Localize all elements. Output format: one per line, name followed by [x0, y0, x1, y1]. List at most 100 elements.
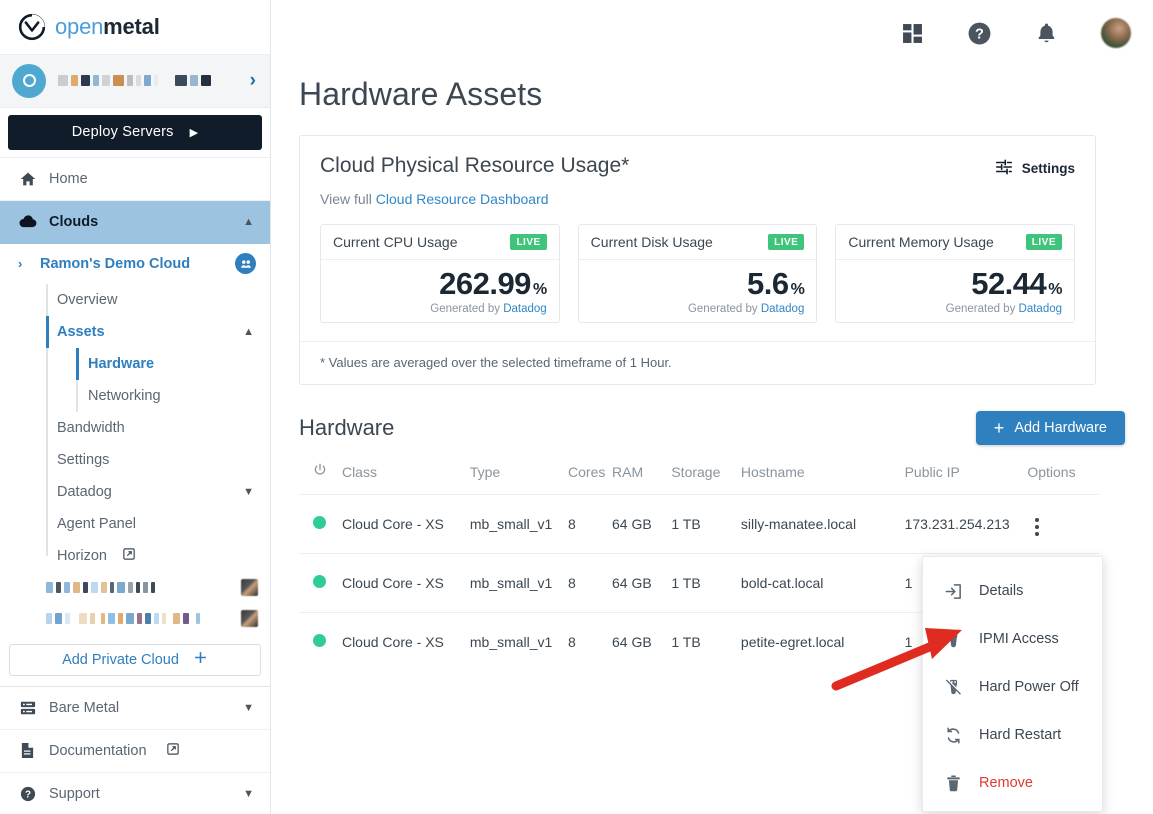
- sidebar-item-agent-panel[interactable]: Agent Panel: [0, 508, 270, 540]
- stat-card-memory: Current Memory Usage LIVE 52.44% Generat…: [835, 224, 1075, 323]
- status-badge: LIVE: [510, 234, 546, 250]
- sidebar-item-home-label: Home: [49, 171, 254, 187]
- sidebar-item-datadog[interactable]: Datadog ▼: [0, 476, 270, 508]
- datadog-link[interactable]: Datadog: [1019, 303, 1062, 315]
- org-name-redacted: [58, 74, 238, 87]
- row-options: [1027, 495, 1099, 554]
- svg-text:?: ?: [975, 26, 984, 42]
- trash-icon: [943, 774, 963, 793]
- status-badge: LIVE: [768, 234, 804, 250]
- home-icon: [18, 171, 37, 187]
- stat-disk-unit: %: [791, 281, 805, 298]
- datadog-link[interactable]: Datadog: [761, 303, 804, 315]
- menu-item-ipmi-access[interactable]: IPMI Access: [923, 615, 1102, 663]
- stat-card-disk: Current Disk Usage LIVE 5.6% Generated b…: [578, 224, 818, 323]
- cloud-icon: [18, 215, 37, 228]
- external-link-icon: [123, 548, 135, 564]
- external-link-icon: [167, 743, 179, 759]
- col-options: Options: [1027, 463, 1099, 495]
- help-circle-icon: ?: [18, 786, 37, 802]
- sidebar-item-overview-label: Overview: [57, 292, 254, 308]
- datadog-link[interactable]: Datadog: [503, 303, 546, 315]
- col-type: Type: [470, 463, 568, 495]
- add-hardware-button[interactable]: + Add Hardware: [976, 411, 1125, 445]
- menu-item-hard-restart[interactable]: Hard Restart: [923, 711, 1102, 759]
- brand-logo[interactable]: openmetal: [0, 0, 270, 55]
- add-private-cloud-button[interactable]: Add Private Cloud: [9, 644, 261, 676]
- kebab-menu-icon[interactable]: [1027, 515, 1047, 539]
- app-root: openmetal ›: [0, 0, 1153, 814]
- row-cores: 8: [568, 554, 612, 613]
- bell-icon[interactable]: [1036, 22, 1057, 45]
- row-hostname: silly-manatee.local: [741, 495, 905, 554]
- stat-memory-body: 52.44% Generated by Datadog: [836, 260, 1074, 322]
- menu-item-hard-power-off[interactable]: Hard Power Off: [923, 663, 1102, 711]
- deploy-servers-label: Deploy Servers: [72, 124, 174, 140]
- row-type: mb_small_v1: [470, 613, 568, 672]
- sidebar-item-documentation[interactable]: Documentation: [0, 730, 270, 773]
- brand-metal: metal: [103, 14, 159, 39]
- col-storage: Storage: [671, 463, 741, 495]
- sidebar-item-settings[interactable]: Settings: [0, 444, 270, 476]
- sliders-icon: [995, 158, 1013, 179]
- row-cores: 8: [568, 613, 612, 672]
- stat-memory-header: Current Memory Usage LIVE: [836, 225, 1074, 260]
- org-switcher[interactable]: ›: [0, 55, 270, 108]
- stat-cpu-unit: %: [533, 281, 547, 298]
- col-ram: RAM: [612, 463, 671, 495]
- sidebar-item-documentation-label: Documentation: [49, 743, 147, 759]
- menu-item-details[interactable]: Details: [923, 567, 1102, 615]
- menu-item-details-label: Details: [979, 583, 1023, 599]
- help-circle-icon[interactable]: ?: [967, 21, 992, 46]
- apps-grid-icon[interactable]: [902, 23, 923, 44]
- sidebar-item-bare-metal[interactable]: Bare Metal ▼: [0, 687, 270, 730]
- menu-item-remove[interactable]: Remove: [923, 759, 1102, 807]
- table-row[interactable]: Cloud Core - XS mb_small_v1 8 64 GB 1 TB…: [299, 495, 1099, 554]
- sidebar-item-networking[interactable]: Networking: [0, 380, 270, 412]
- sidebar-item-assets[interactable]: Assets ▲: [0, 316, 270, 348]
- stat-disk-value: 5.6: [747, 266, 789, 301]
- login-arrow-icon: [943, 582, 963, 601]
- sidebar-cloud-redacted-1-label: [46, 581, 231, 594]
- col-class: Class: [342, 463, 470, 495]
- chevron-up-icon: ▲: [243, 216, 254, 228]
- chevron-down-icon: ▼: [243, 702, 254, 714]
- row-storage: 1 TB: [671, 613, 741, 672]
- menu-item-hard-power-off-label: Hard Power Off: [979, 679, 1079, 695]
- clouds-subtree: › Ramon's Demo Cloud Overview: [0, 244, 270, 634]
- sidebar-item-support[interactable]: ? Support ▼: [0, 773, 270, 814]
- user-avatar-icon[interactable]: [1101, 18, 1131, 48]
- sidebar-cloud-redacted-1[interactable]: [0, 572, 270, 603]
- sidebar-cloud-ramons-demo-cloud[interactable]: › Ramon's Demo Cloud: [0, 244, 270, 284]
- view-full-dashboard: View full Cloud Resource Dashboard: [320, 191, 1075, 207]
- sidebar-item-horizon[interactable]: Horizon: [0, 540, 270, 572]
- usage-card-header: Cloud Physical Resource Usage* Settings: [320, 154, 1075, 179]
- power-off-slash-icon: [943, 678, 963, 697]
- usage-settings-button[interactable]: Settings: [995, 154, 1075, 179]
- stat-memory-unit: %: [1048, 281, 1062, 298]
- sidebar-item-settings-label: Settings: [57, 452, 254, 468]
- row-class: Cloud Core - XS: [342, 613, 470, 672]
- add-private-cloud-label: Add Private Cloud: [62, 652, 179, 668]
- sidebar-item-overview[interactable]: Overview: [0, 284, 270, 316]
- sidebar-nav: Home Clouds ▲ › Ramon's Demo Cloud: [0, 158, 270, 814]
- stat-memory-label: Current Memory Usage: [848, 234, 994, 250]
- sidebar-item-hardware[interactable]: Hardware: [0, 348, 270, 380]
- generated-prefix: Generated by: [946, 303, 1019, 315]
- chevron-down-icon: ▼: [243, 486, 254, 498]
- plus-icon: +: [994, 418, 1005, 439]
- row-ram: 64 GB: [612, 613, 671, 672]
- hardware-table-head: Class Type Cores RAM Storage Hostname Pu…: [299, 463, 1099, 495]
- sidebar-item-hardware-label: Hardware: [88, 356, 154, 372]
- sidebar-item-clouds[interactable]: Clouds ▲: [0, 201, 270, 244]
- cloud-users-icon[interactable]: [235, 253, 256, 274]
- cloud-resource-dashboard-link[interactable]: Cloud Resource Dashboard: [376, 191, 549, 207]
- row-type: mb_small_v1: [470, 554, 568, 613]
- stat-disk-body: 5.6% Generated by Datadog: [579, 260, 817, 322]
- sidebar-cloud-redacted-2[interactable]: [0, 603, 270, 634]
- sidebar-item-agent-panel-label: Agent Panel: [57, 516, 254, 532]
- sidebar-item-home[interactable]: Home: [0, 158, 270, 201]
- sidebar-item-bandwidth[interactable]: Bandwidth: [0, 412, 270, 444]
- generated-prefix: Generated by: [430, 303, 503, 315]
- deploy-servers-button[interactable]: Deploy Servers ▶: [8, 115, 262, 150]
